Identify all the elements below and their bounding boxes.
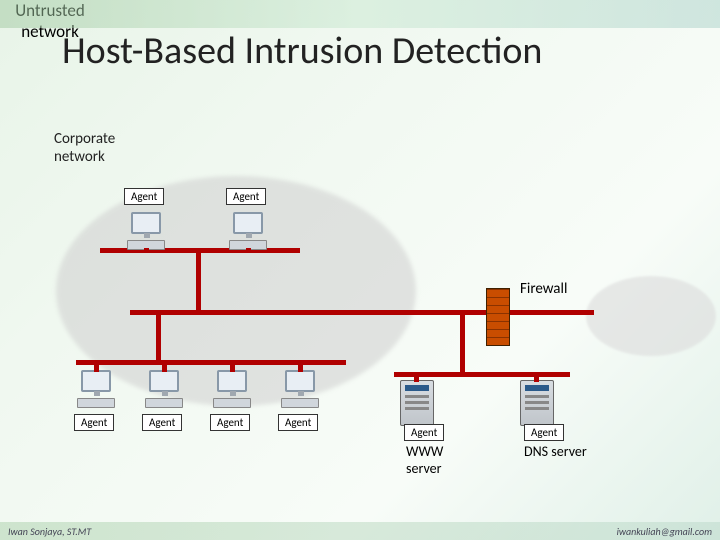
drop-b1 (94, 360, 99, 372)
footer-email: iwankuliah@gmail.com (617, 525, 712, 538)
bus-connector-top (196, 248, 201, 312)
bus-server (394, 372, 570, 377)
firewall-icon (486, 288, 510, 346)
firewall-label: Firewall (520, 280, 567, 298)
footer-author: Iwan Sonjaya, ST.MT (8, 525, 91, 538)
drop-dns (534, 372, 539, 382)
www-server-icon (400, 380, 434, 426)
drop-b2 (162, 360, 167, 372)
bus-connector-left (156, 310, 161, 362)
dns-server-icon (520, 380, 554, 426)
drop-t1 (144, 248, 149, 252)
workstation-top-1 (124, 212, 168, 252)
drop-www (414, 372, 419, 382)
agent-label-dns: Agent (524, 424, 564, 441)
workstation-bottom-1 (74, 370, 118, 410)
drop-t2 (246, 248, 251, 252)
drop-b3 (230, 360, 235, 372)
agent-label-bottom-3: Agent (210, 414, 250, 431)
agent-label-bottom-4: Agent (278, 414, 318, 431)
workstation-bottom-2 (142, 370, 186, 410)
bus-connector-server (460, 310, 465, 374)
agent-label-top-1: Agent (124, 188, 164, 205)
bus-untrusted (508, 310, 592, 315)
bus-bottom (76, 360, 346, 365)
top-decorative-band (0, 0, 720, 28)
agent-label-top-2: Agent (226, 188, 266, 205)
footer-band (0, 522, 720, 540)
corporate-network-label: Corporate network (54, 130, 115, 166)
page-title: Host-Based Intrusion Detection (62, 28, 542, 74)
agent-label-bottom-1: Agent (74, 414, 114, 431)
dns-server-label: DNS server (524, 444, 587, 461)
workstation-bottom-3 (210, 370, 254, 410)
agent-label-bottom-2: Agent (142, 414, 182, 431)
agent-label-www: Agent (404, 424, 444, 441)
www-server-label: WWW server (406, 444, 443, 478)
workstation-top-2 (226, 212, 270, 252)
untrusted-network-cloud (586, 276, 716, 356)
workstation-bottom-4 (278, 370, 322, 410)
drop-b4 (298, 360, 303, 372)
